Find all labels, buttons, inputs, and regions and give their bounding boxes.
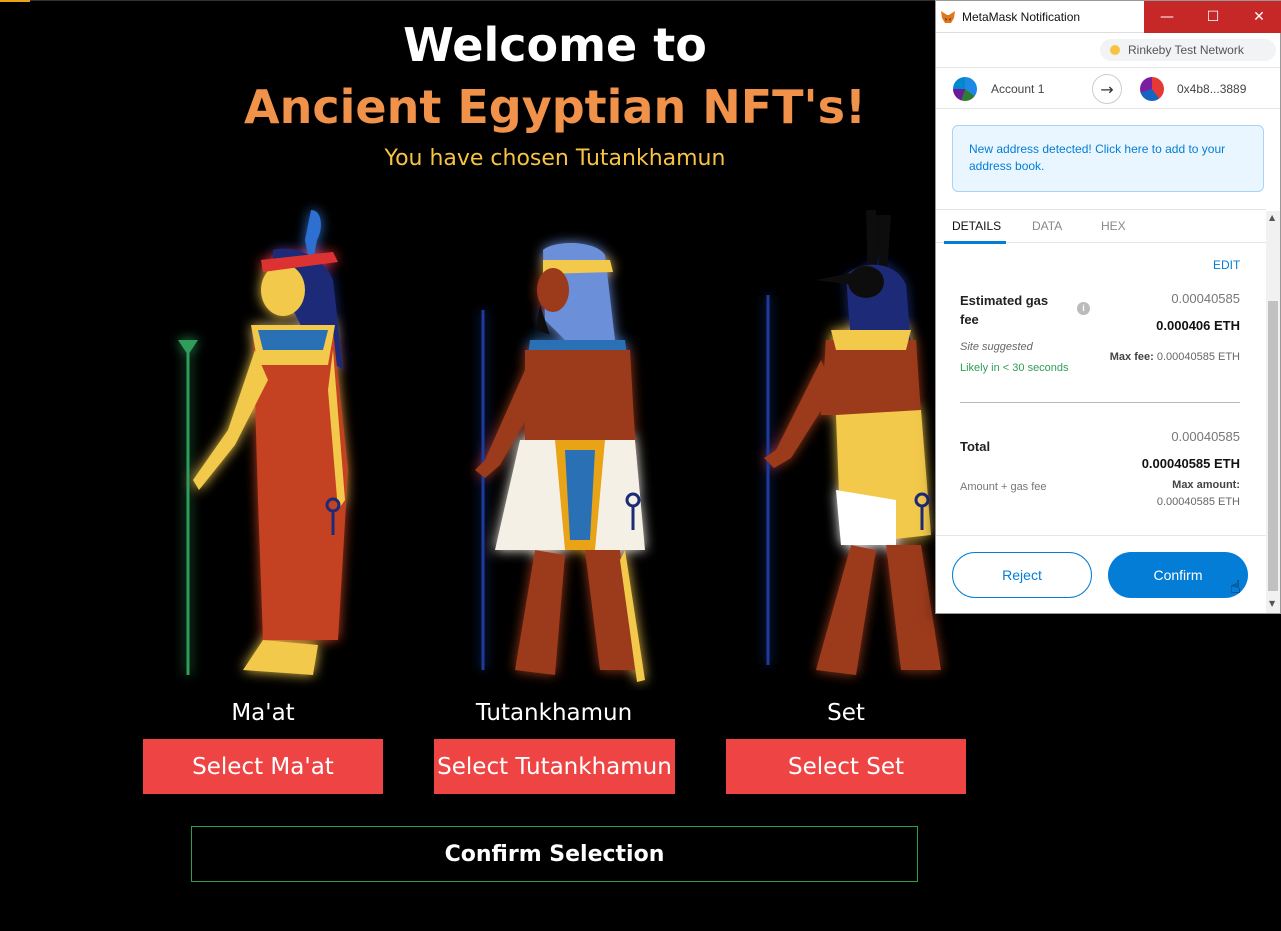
- to-address[interactable]: 0x4b8...3889: [1177, 82, 1246, 96]
- scroll-down-icon[interactable]: ▼: [1269, 599, 1275, 608]
- network-status-dot-icon: [1110, 45, 1120, 55]
- network-selector[interactable]: Rinkeby Test Network: [1100, 39, 1276, 61]
- scrollbar[interactable]: ▲ ▼: [1266, 211, 1280, 613]
- tutankhamun-label: Tutankhamun: [475, 700, 633, 726]
- amount-plus-gas-label: Amount + gas fee: [960, 481, 1047, 493]
- tutankhamun-image: [425, 200, 685, 690]
- from-account-name[interactable]: Account 1: [991, 82, 1044, 96]
- top-accent-bar: [0, 0, 30, 2]
- info-icon[interactable]: i: [1077, 302, 1090, 315]
- close-button[interactable]: ✕: [1236, 1, 1281, 33]
- tab-details[interactable]: DETAILS: [952, 219, 1001, 233]
- maat-image: [133, 200, 393, 690]
- section-divider: [960, 402, 1240, 403]
- confirm-button[interactable]: Confirm: [1108, 552, 1248, 598]
- metamask-window: MetaMask Notification — ☐ ✕ Rinkeby Test…: [935, 0, 1281, 614]
- maximize-button[interactable]: ☐: [1190, 1, 1236, 33]
- active-tab-indicator: [944, 241, 1006, 244]
- gas-fee-secondary: 0.00040585: [1171, 291, 1240, 306]
- metamask-fox-icon: [941, 11, 955, 23]
- tx-tabs: DETAILS DATA HEX: [936, 209, 1266, 244]
- account-transfer-row: Account 1 → 0x4b8...3889: [936, 67, 1280, 109]
- top-divider: [30, 0, 935, 1]
- max-fee: Max fee: 0.00040585 ETH: [1110, 351, 1240, 363]
- window-titlebar[interactable]: MetaMask Notification — ☐ ✕: [936, 1, 1281, 33]
- select-maat-button[interactable]: Select Ma'at: [143, 739, 383, 794]
- total-secondary: 0.00040585: [1171, 429, 1240, 444]
- minimize-button[interactable]: —: [1144, 1, 1190, 33]
- footer-divider: [936, 535, 1266, 536]
- new-address-notice[interactable]: New address detected! Click here to add …: [952, 125, 1264, 192]
- max-fee-label: Max fee:: [1109, 351, 1154, 363]
- gas-time-estimate: Likely in < 30 seconds: [960, 362, 1069, 374]
- arrow-right-icon: →: [1092, 74, 1122, 104]
- total-primary: 0.00040585 ETH: [1141, 456, 1240, 471]
- select-tutankhamun-button[interactable]: Select Tutankhamun: [434, 739, 675, 794]
- edit-gas-link[interactable]: EDIT: [1213, 258, 1240, 272]
- total-label: Total: [960, 439, 991, 454]
- to-account-avatar: [1140, 77, 1164, 101]
- max-amount-label: Max amount:: [1172, 479, 1240, 491]
- window-title: MetaMask Notification: [962, 10, 1081, 24]
- hand-cursor-icon: ☝: [1230, 577, 1241, 598]
- max-amount-value: 0.00040585 ETH: [1156, 496, 1240, 508]
- tab-data[interactable]: DATA: [1032, 219, 1062, 233]
- scroll-thumb[interactable]: [1268, 301, 1278, 591]
- reject-button[interactable]: Reject: [952, 552, 1092, 598]
- set-label: Set: [827, 700, 865, 726]
- network-name: Rinkeby Test Network: [1128, 43, 1244, 57]
- site-suggested-label: Site suggested: [960, 341, 1033, 353]
- confirm-selection-button[interactable]: Confirm Selection: [191, 826, 918, 882]
- maat-label: Ma'at: [231, 700, 295, 726]
- scroll-up-icon[interactable]: ▲: [1269, 213, 1275, 222]
- from-account-avatar: [953, 77, 977, 101]
- select-set-button[interactable]: Select Set: [726, 739, 966, 794]
- gas-fee-label: Estimated gas fee: [960, 293, 1049, 327]
- max-fee-value: 0.00040585 ETH: [1156, 351, 1240, 363]
- gas-fee-primary: 0.000406 ETH: [1156, 318, 1240, 333]
- tab-hex[interactable]: HEX: [1101, 219, 1126, 233]
